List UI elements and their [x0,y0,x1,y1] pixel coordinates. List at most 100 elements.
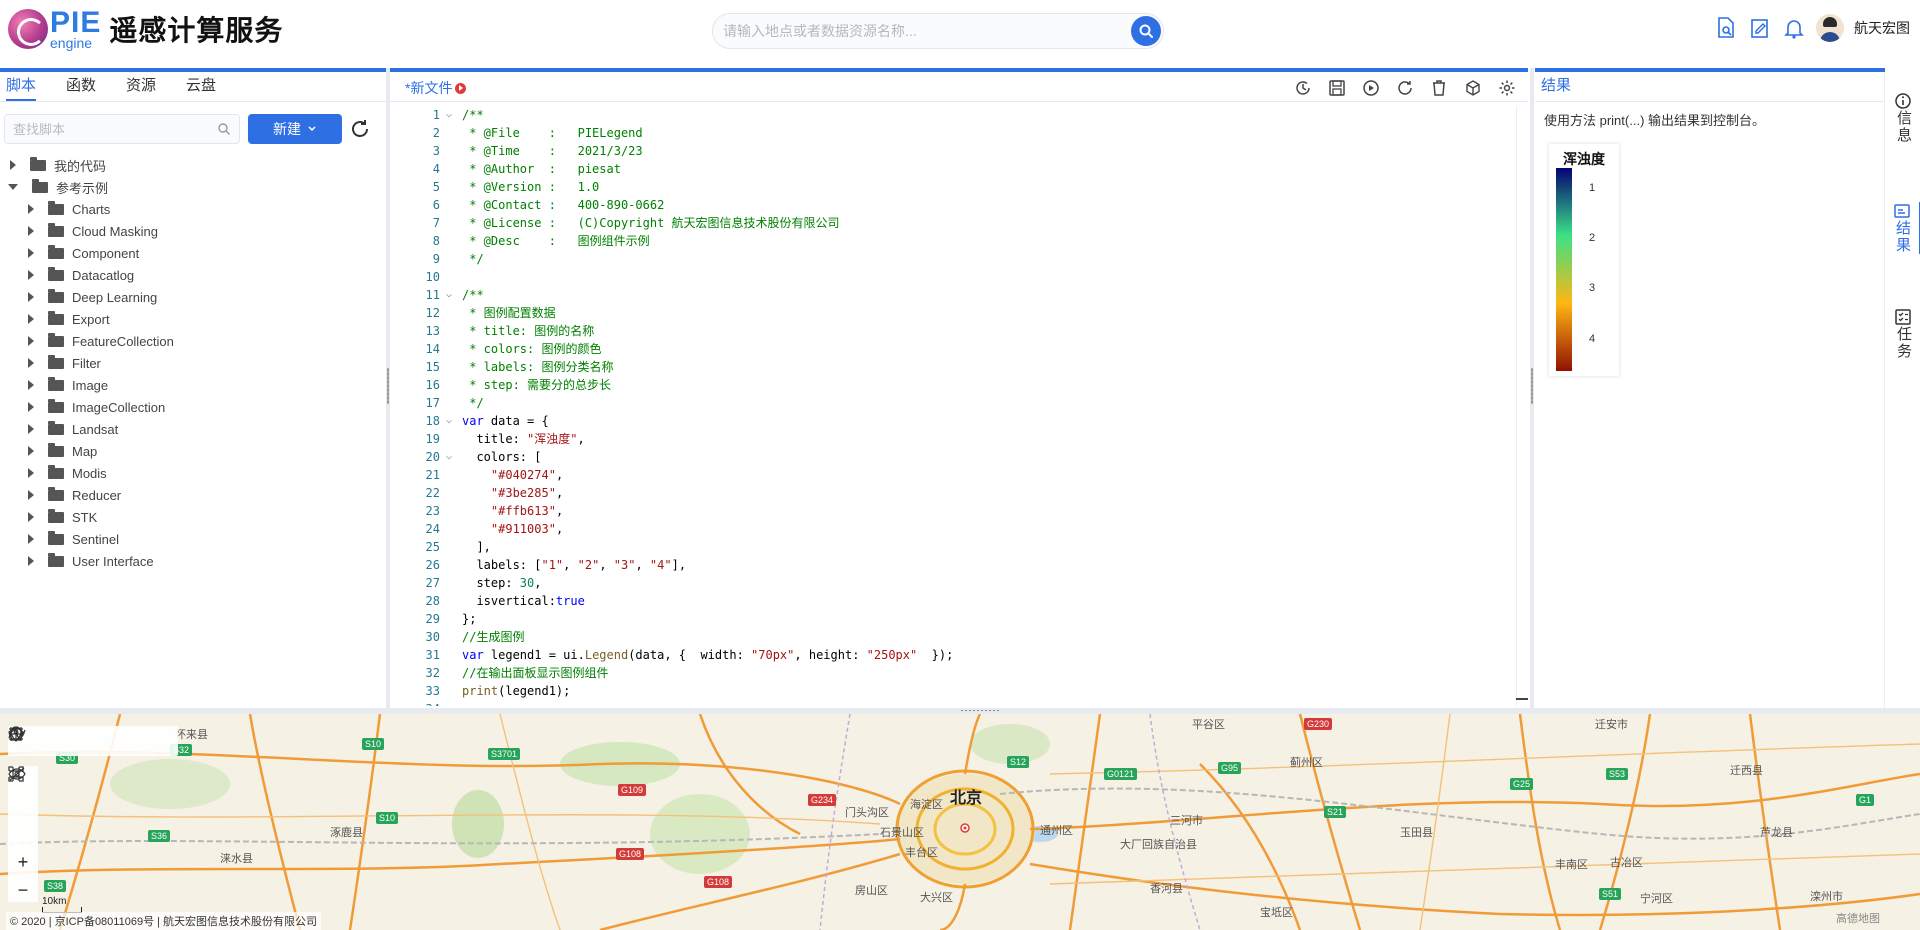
folder-icon [32,178,48,193]
draw-line-icon[interactable] [8,728,106,754]
script-search [4,114,240,144]
tree-item-example[interactable]: Charts [0,198,386,220]
tree-item-example[interactable]: Sentinel [0,528,386,550]
tab-result[interactable]: 结果 [1541,74,1571,101]
package-icon[interactable] [1462,77,1484,99]
folder-icon [48,420,64,435]
tree-item-label: Charts [72,201,111,217]
edit-note-icon[interactable] [1748,16,1772,40]
code-area[interactable]: 1 ⌵/** 2 * @File : PIELegend 3 * @Time : … [390,106,1514,706]
hide-layer-icon[interactable] [8,767,38,818]
expand-arrow-icon [28,358,34,368]
map-label: 三河市 [1170,815,1203,827]
logo[interactable]: PIE engine 遥感计算服务 [8,8,283,50]
tree-item-example[interactable]: Image [0,374,386,396]
expand-arrow-icon [28,248,34,258]
global-search-input[interactable] [713,14,1113,48]
zoom-in-icon[interactable]: + [8,850,38,874]
notification-bell-icon[interactable] [1782,16,1806,40]
script-search-input[interactable] [5,115,205,143]
tree-item-example[interactable]: Deep Learning [0,286,386,308]
tree-item-label: Export [72,311,110,327]
run-icon[interactable] [1360,77,1382,99]
expand-arrow-icon [10,160,16,170]
zoom-out-icon[interactable]: − [8,878,38,902]
tree-item-example[interactable]: Filter [0,352,386,374]
expand-arrow-icon [28,336,34,346]
legend-widget: 浑浊度 1 2 3 4 [1549,144,1619,376]
save-icon[interactable] [1326,77,1348,99]
global-search-button[interactable] [1131,16,1161,46]
editor-scrollbar[interactable] [1516,106,1528,706]
result-panel: 结果 使用方法 print(...) 输出结果到控制台。 浑浊度 1 2 3 4 [1535,68,1885,708]
tab-scripts[interactable]: 脚本 [6,74,37,101]
tree-item-example[interactable]: ImageCollection [0,396,386,418]
map-label: 玉田县 [1400,827,1433,839]
tree-item-my-code[interactable]: 我的代码 [0,154,386,176]
tree-item-example[interactable]: STK [0,506,386,528]
map-label: 丰南区 [1555,859,1588,871]
map-pin-icon[interactable] [10,726,72,754]
road-shield: S21 [1324,806,1347,818]
reset-icon[interactable] [1394,77,1416,99]
map-view[interactable]: 北京 门头沟区 海淀区 石景山区 丰台区 通州区 大兴区 房山区 三河市 大厂回… [0,714,1920,930]
fullscreen-icon[interactable] [8,766,38,846]
unsaved-run-icon[interactable] [455,82,467,94]
tree-item-label: Cloud Masking [72,223,158,239]
map-city-label: 北京 [950,790,983,807]
tab-resources[interactable]: 资源 [126,74,156,101]
rail-result-label: 结果 [1894,220,1911,254]
road-shield: S12 [1007,756,1030,768]
map-label: 大厂回族自治县 [1120,839,1197,851]
tree-item-example[interactable]: FeatureCollection [0,330,386,352]
document-search-icon[interactable] [1714,16,1738,40]
tree-item-examples[interactable]: 参考示例 [0,176,386,198]
expand-arrow-icon [28,402,34,412]
rail-task[interactable]: 任务 [1885,308,1920,360]
road-shield: G0121 [1104,768,1138,780]
draw-rectangle-icon[interactable] [9,727,174,754]
tree-item-label: Deep Learning [72,289,158,305]
settings-gear-icon[interactable] [1496,77,1518,99]
draw-polygon-icon[interactable] [8,726,140,754]
map-label: 涿鹿县 [330,827,363,839]
expand-arrow-icon [28,204,34,214]
tree-item-example[interactable]: Export [0,308,386,330]
delete-icon[interactable] [1428,77,1450,99]
tree-item-example[interactable]: Component [0,242,386,264]
expand-arrow-icon [28,490,34,500]
refresh-icon[interactable] [348,117,372,141]
right-side-rail: 信息 结果 任务 [1884,72,1920,712]
rail-result[interactable]: 结果 [1885,202,1920,254]
folder-icon [48,200,64,215]
user-name[interactable]: 航天宏图 [1854,18,1910,38]
tab-functions[interactable]: 函数 [66,74,96,101]
search-icon[interactable] [217,122,231,136]
tree-item-example[interactable]: Cloud Masking [0,220,386,242]
legend-label: 1 [1589,182,1596,194]
right-splitter[interactable] [1530,68,1534,708]
file-tab[interactable]: *新文件 [405,78,467,98]
road-shield: S36 [148,830,171,842]
folder-icon [48,376,64,391]
history-icon[interactable] [1292,77,1314,99]
tree-item-label: ImageCollection [72,399,166,415]
tree-item-example[interactable]: Map [0,440,386,462]
tree-item-label: Landsat [72,421,119,437]
tree-item-example[interactable]: Landsat [0,418,386,440]
new-script-button[interactable]: 新建 [248,114,342,144]
file-tab-label: *新文件 [405,80,453,96]
tree-item-label: Modis [72,465,107,481]
tab-cloud-disk[interactable]: 云盘 [186,74,216,101]
top-actions: 航天宏图 [1714,14,1910,42]
road-shield: G234 [808,794,837,806]
user-avatar[interactable] [1816,14,1844,42]
tree-item-example[interactable]: Modis [0,462,386,484]
folder-icon [48,222,64,237]
rail-info[interactable]: 信息 [1885,92,1920,144]
collapse-arrow-icon [8,184,18,190]
tree-item-example[interactable]: Reducer [0,484,386,506]
logo-mark-icon [8,9,48,49]
tree-item-example[interactable]: Datacatlog [0,264,386,286]
tree-item-example[interactable]: User Interface [0,550,386,572]
